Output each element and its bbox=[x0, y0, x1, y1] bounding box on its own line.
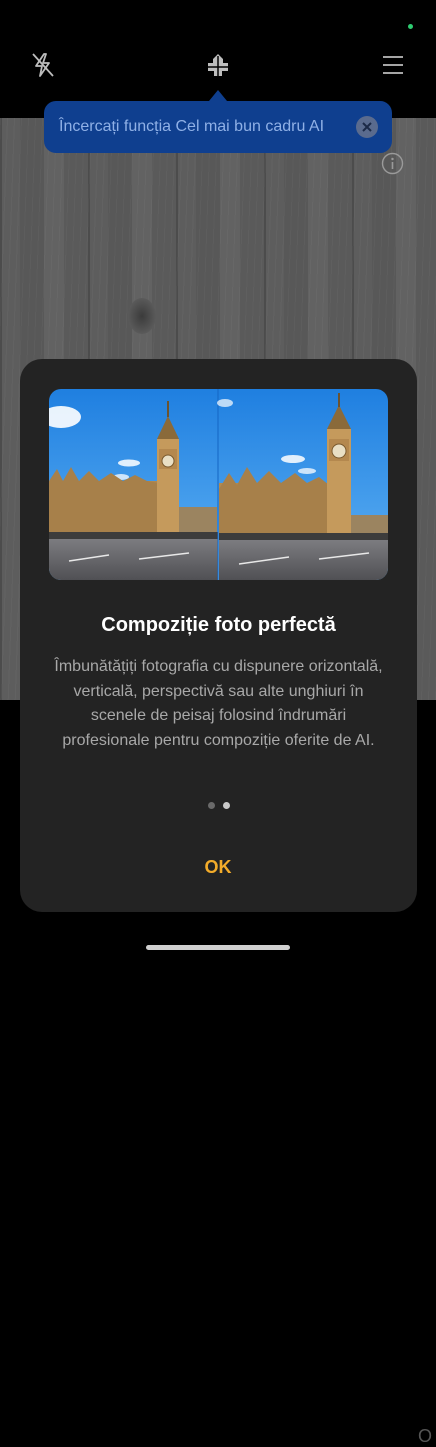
status-indicator-dot bbox=[408, 24, 413, 29]
menu-icon[interactable] bbox=[376, 48, 410, 82]
ok-button[interactable]: OK bbox=[168, 849, 268, 885]
page-dot-active[interactable] bbox=[222, 802, 230, 809]
dialog-description: Îmbunătățiți fotografia cu dispunere ori… bbox=[54, 658, 383, 749]
dialog-title: Compoziție foto perfectă bbox=[101, 614, 336, 636]
close-icon[interactable] bbox=[356, 116, 378, 138]
info-icon[interactable] bbox=[381, 152, 404, 180]
tooltip-text: Încercați funcția Cel mai bun cadru AI bbox=[59, 118, 325, 135]
home-indicator[interactable] bbox=[146, 945, 290, 950]
composition-icon[interactable] bbox=[201, 48, 235, 82]
mode-label-partial: O bbox=[417, 1426, 432, 1446]
wood-knot bbox=[128, 298, 156, 334]
tooltip-arrow bbox=[209, 90, 227, 101]
page-indicator bbox=[20, 802, 417, 809]
page-dot[interactable] bbox=[207, 802, 215, 809]
ai-best-frame-tooltip[interactable]: Încercați funcția Cel mai bun cadru AI bbox=[44, 101, 392, 153]
flash-off-icon[interactable] bbox=[26, 48, 60, 82]
composition-dialog: Compoziție foto perfectă Îmbunătățiți fo… bbox=[20, 359, 417, 912]
preview-image bbox=[49, 389, 388, 580]
